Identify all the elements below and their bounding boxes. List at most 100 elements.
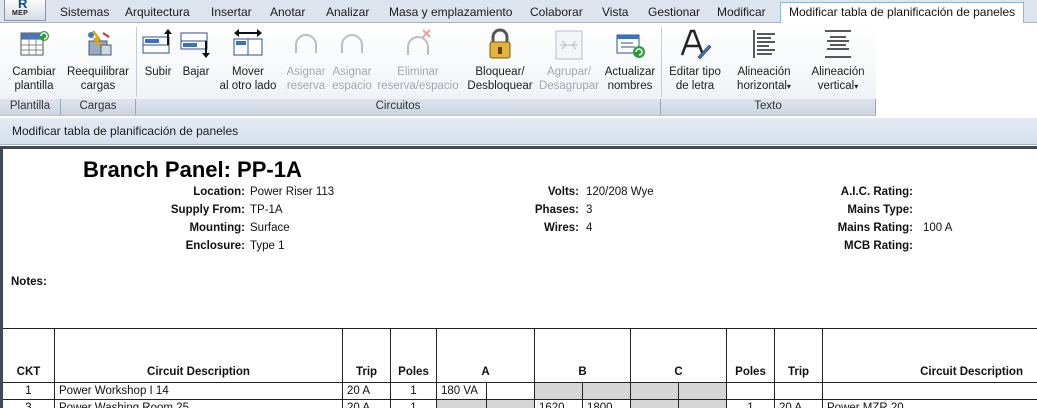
- table-row-1-description-right[interactable]: [823, 383, 1037, 400]
- header-phase-c[interactable]: C: [631, 329, 727, 383]
- panel-schedule-view[interactable]: Branch Panel: PP-1A Location: Power Rise…: [0, 146, 1037, 408]
- update-names-button[interactable]: Actualizar nombres: [602, 27, 658, 93]
- wires-label: Wires:: [543, 222, 579, 234]
- rebalance-loads-button[interactable]: Reequilibrar cargas: [64, 27, 132, 93]
- edit-font-button[interactable]: Editar tipo de letra: [664, 27, 726, 93]
- table-row-1-poles-right[interactable]: [727, 383, 775, 400]
- header-trip[interactable]: Trip: [343, 329, 391, 383]
- mcb-rating-label: MCB Rating:: [844, 240, 913, 252]
- tab-arquitectura[interactable]: Arquitectura: [125, 3, 190, 23]
- align-horizontal-label-2: horizontal▾: [730, 79, 798, 94]
- phases-value[interactable]: 3: [586, 204, 592, 216]
- table-row-1-b1[interactable]: [535, 383, 583, 400]
- supply-from-value[interactable]: TP-1A: [250, 204, 283, 216]
- application-menu-button[interactable]: R MEP: [4, 0, 46, 21]
- align-horizontal-text: horizontal: [737, 80, 787, 92]
- tab-masa-emplazamiento[interactable]: Masa y emplazamiento: [389, 3, 512, 23]
- tab-vista[interactable]: Vista: [602, 3, 628, 23]
- update-names-label-1: Actualizar: [604, 66, 656, 78]
- lock-unlock-button[interactable]: Bloquear/ Desbloquear: [464, 27, 536, 93]
- tab-sistemas[interactable]: Sistemas: [60, 3, 109, 23]
- table-row-1-trip-right[interactable]: [775, 383, 823, 400]
- table-row-2-poles[interactable]: 1: [391, 400, 437, 408]
- align-vertical-dropdown[interactable]: Alineación vertical▾: [804, 27, 872, 94]
- table-row-2-c1[interactable]: [631, 400, 679, 408]
- remove-spare-space-icon: [401, 27, 435, 61]
- move-up-button[interactable]: Subir: [140, 27, 176, 79]
- tab-gestionar[interactable]: Gestionar: [648, 3, 700, 23]
- mounting-value[interactable]: Surface: [250, 222, 290, 234]
- assign-space-button[interactable]: Asignar espacio: [330, 27, 374, 93]
- assign-space-icon: [335, 27, 369, 61]
- move-up-label: Subir: [144, 66, 172, 78]
- move-down-button[interactable]: Bajar: [178, 27, 214, 79]
- ribbon-tab-bar: R MEP Sistemas Arquitectura Insertar Ano…: [0, 0, 1037, 24]
- panel-label-circuitos: Circuitos: [136, 99, 661, 115]
- assign-spare-button[interactable]: Asignar reserva: [284, 27, 328, 93]
- tab-colaborar[interactable]: Colaborar: [530, 3, 583, 23]
- table-row-1-a1[interactable]: 180 VA: [437, 383, 487, 400]
- table-row-1-c1[interactable]: [631, 383, 679, 400]
- notes-label: Notes:: [11, 276, 47, 288]
- mounting-label: Mounting:: [189, 222, 245, 234]
- table-row-1-ckt[interactable]: 1: [3, 383, 55, 400]
- table-row-1-a2[interactable]: [487, 383, 535, 400]
- align-horizontal-dropdown[interactable]: Alineación horizontal▾: [730, 27, 798, 94]
- table-row-2-poles-right[interactable]: 1: [727, 400, 775, 408]
- volts-value[interactable]: 120/208 Wye: [586, 186, 654, 198]
- header-poles[interactable]: Poles: [391, 329, 437, 383]
- assign-spare-label-2: reserva: [286, 80, 326, 92]
- aic-rating-label: A.I.C. Rating:: [840, 186, 913, 198]
- table-row-2-description[interactable]: Power Washing Room 25: [55, 400, 343, 408]
- tab-insertar[interactable]: Insertar: [211, 3, 252, 23]
- table-row-2-b1[interactable]: 1620: [535, 400, 583, 408]
- table-row-2-ckt[interactable]: 3: [3, 400, 55, 408]
- tab-modificar[interactable]: Modificar: [717, 3, 766, 23]
- change-template-label-1: Cambiar: [12, 66, 56, 78]
- table-row-1-trip[interactable]: 20 A: [343, 383, 391, 400]
- edit-font-icon: [678, 27, 712, 61]
- header-phase-a[interactable]: A: [437, 329, 535, 383]
- group-ungroup-button[interactable]: Agrupar/ Desagrupar: [538, 27, 600, 93]
- header-circuit-description[interactable]: Circuit Description: [55, 329, 343, 383]
- table-row-1-poles[interactable]: 1: [391, 383, 437, 400]
- tab-anotar[interactable]: Anotar: [270, 3, 305, 23]
- header-phase-b[interactable]: B: [535, 329, 631, 383]
- tab-analizar[interactable]: Analizar: [326, 3, 369, 23]
- table-row-2-trip-right[interactable]: 20 A: [775, 400, 823, 408]
- change-template-button[interactable]: Cambiar plantilla: [8, 27, 60, 93]
- mains-rating-value[interactable]: 100 A: [923, 222, 952, 234]
- wires-value[interactable]: 4: [586, 222, 592, 234]
- enclosure-value[interactable]: Type 1: [250, 240, 285, 252]
- move-across-button[interactable]: Mover al otro lado: [216, 27, 280, 93]
- table-row-2-a2[interactable]: [487, 400, 535, 408]
- app-logo-text: MEP: [12, 10, 29, 17]
- mains-type-label: Mains Type:: [847, 204, 913, 216]
- table-row-1-c2[interactable]: [679, 383, 727, 400]
- header-ckt[interactable]: CKT: [3, 329, 55, 383]
- table-row-2-trip[interactable]: 20 A: [343, 400, 391, 408]
- align-vertical-label-2: vertical▾: [804, 79, 872, 94]
- phases-label: Phases:: [534, 204, 579, 216]
- lock-unlock-label-1: Bloquear/: [475, 66, 525, 78]
- enclosure-label: Enclosure:: [185, 240, 245, 252]
- table-row-2-c2[interactable]: [679, 400, 727, 408]
- chevron-down-icon: ▾: [786, 82, 791, 91]
- header-circuit-description-right[interactable]: Circuit Description: [823, 329, 1037, 383]
- table-row-2-description-right[interactable]: Power MZR 20: [823, 400, 1037, 408]
- move-across-label-1: Mover: [232, 66, 264, 78]
- align-vertical-label-1: Alineación: [811, 66, 865, 78]
- table-row-1-description[interactable]: Power Workshop I 14: [55, 383, 343, 400]
- header-trip-right[interactable]: Trip: [775, 329, 823, 383]
- remove-spare-space-button[interactable]: Eliminar reserva/espacio: [376, 27, 460, 93]
- table-row-2-a1[interactable]: [437, 400, 487, 408]
- change-template-label-2: plantilla: [14, 80, 54, 92]
- table-row-2-b2[interactable]: 1800: [583, 400, 631, 408]
- table-row-1-b2[interactable]: [583, 383, 631, 400]
- tab-modificar-tabla-paneles[interactable]: Modificar tabla de planificación de pane…: [780, 2, 1025, 24]
- location-value[interactable]: Power Riser 113: [250, 186, 334, 198]
- panel-divider: [136, 27, 137, 97]
- group-ungroup-label-2: Desagrupar: [538, 80, 600, 92]
- assign-space-label-2: espacio: [332, 80, 372, 92]
- header-poles-right[interactable]: Poles: [727, 329, 775, 383]
